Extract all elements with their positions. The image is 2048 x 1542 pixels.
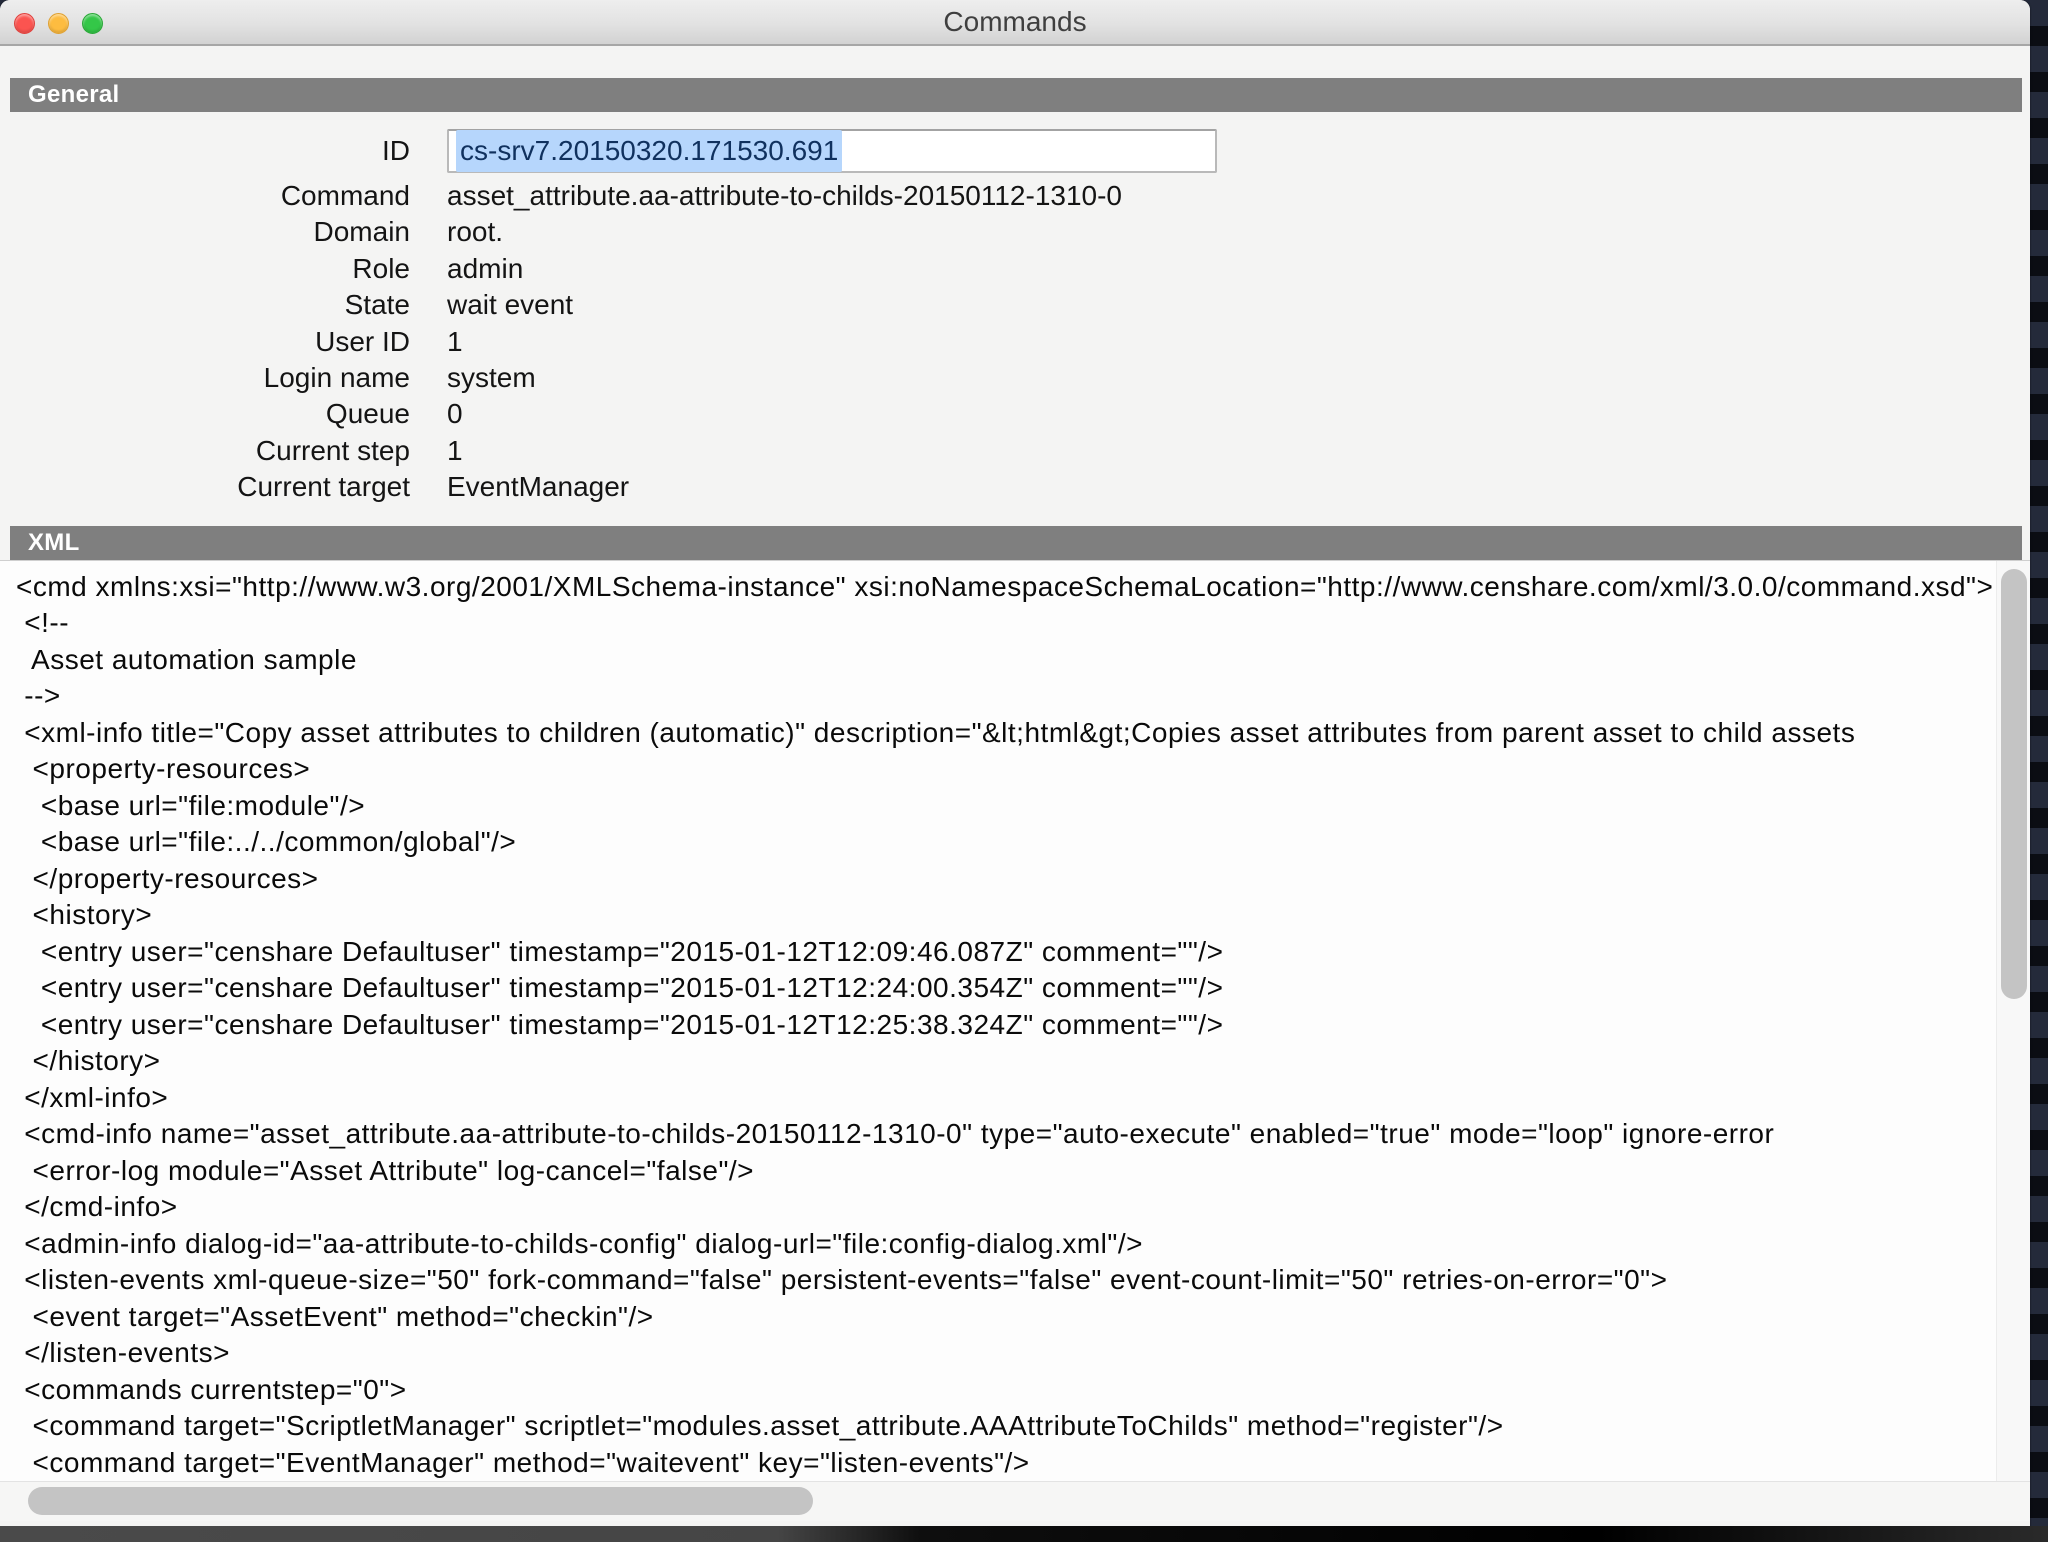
xml-line: <admin-info dialog-id="aa-attribute-to-c… [16,1226,2030,1263]
xml-section-header: XML [10,526,2022,560]
xml-line: <xml-info title="Copy asset attributes t… [16,715,2030,752]
xml-section-label: XML [28,529,80,556]
xml-line: </listen-events> [16,1335,2030,1372]
form-row: Domain root. [0,214,2030,250]
xml-line: <error-log module="Asset Attribute" log-… [16,1153,2030,1190]
field-value: asset_attribute.aa-attribute-to-childs-2… [447,178,1122,214]
xml-line: --> [16,678,2030,715]
xml-line: <history> [16,897,2030,934]
horizontal-scrollbar[interactable] [0,1481,2030,1521]
xml-line: </history> [16,1043,2030,1080]
xml-line: <cmd-info name="asset_attribute.aa-attri… [16,1116,2030,1153]
field-label: Queue [0,396,410,432]
xml-line: <property-resources> [16,751,2030,788]
field-label: Domain [0,214,410,250]
xml-line: <command target="EventManager" method="w… [16,1445,2030,1482]
xml-line: <entry user="censhare Defaultuser" times… [16,970,2030,1007]
title-bar[interactable]: Commands [0,0,2030,46]
general-section-header: General [10,78,2022,112]
field-value: 0 [447,396,463,432]
form-row: Current target EventManager [0,469,2030,505]
form-row: Current step 1 [0,433,2030,469]
field-value: 1 [447,324,463,360]
xml-line: </property-resources> [16,861,2030,898]
field-value: system [447,360,536,396]
xml-viewer[interactable]: <cmd xmlns:xsi="http://www.w3.org/2001/X… [0,560,2030,1521]
xml-line: <base url="file:module"/> [16,788,2030,825]
form-row: Role admin [0,251,2030,287]
form-row: State wait event [0,287,2030,323]
xml-line: </cmd-info> [16,1189,2030,1226]
field-label: ID [0,133,410,169]
field-label: Role [0,251,410,287]
field-value: root. [447,214,503,250]
xml-lines: <cmd xmlns:xsi="http://www.w3.org/2001/X… [0,561,2030,1501]
field-value: 1 [447,433,463,469]
desktop-background: Commands General ID cs-srv7.20150320.1715… [0,0,2048,1542]
field-value: EventManager [447,469,629,505]
form-row: Login name system [0,360,2030,396]
vertical-scrollbar-thumb[interactable] [2001,569,2027,999]
field-label: Current target [0,469,410,505]
field-label: State [0,287,410,323]
general-section-label: General [28,81,119,108]
form-row: Queue 0 [0,396,2030,432]
xml-line: <commands currentstep="0"> [16,1372,2030,1409]
commands-window: Commands General ID cs-srv7.20150320.1715… [0,0,2030,1528]
xml-line: <cmd xmlns:xsi="http://www.w3.org/2001/X… [16,569,2030,606]
id-selected-text: cs-srv7.20150320.171530.691 [456,130,842,172]
form-row: Command asset_attribute.aa-attribute-to-c… [0,178,2030,214]
field-label: Command [0,178,410,214]
form-row: User ID 1 [0,324,2030,360]
vertical-scrollbar[interactable] [1996,561,2030,1481]
xml-line: <entry user="censhare Defaultuser" times… [16,1007,2030,1044]
xml-line: <entry user="censhare Defaultuser" times… [16,934,2030,971]
xml-line: <event target="AssetEvent" method="check… [16,1299,2030,1336]
xml-line: </xml-info> [16,1080,2030,1117]
xml-line: <!-- [16,605,2030,642]
field-value: wait event [447,287,573,323]
field-label: Login name [0,360,410,396]
general-form: ID cs-srv7.20150320.171530.691 Command asse… [0,112,2030,506]
window-title: Commands [0,0,2030,46]
xml-line: <listen-events xml-queue-size="50" fork-… [16,1262,2030,1299]
field-value: admin [447,251,523,287]
horizontal-scrollbar-thumb[interactable] [28,1487,813,1515]
form-row: ID cs-srv7.20150320.171530.691 [0,124,2030,178]
field-label: User ID [0,324,410,360]
id-input[interactable]: cs-srv7.20150320.171530.691 [447,129,1217,173]
background-window-edge [0,1526,2048,1542]
xml-line: <base url="file:../../common/global"/> [16,824,2030,861]
xml-line: <command target="ScriptletManager" scrip… [16,1408,2030,1445]
xml-line: Asset automation sample [16,642,2030,679]
field-label: Current step [0,433,410,469]
